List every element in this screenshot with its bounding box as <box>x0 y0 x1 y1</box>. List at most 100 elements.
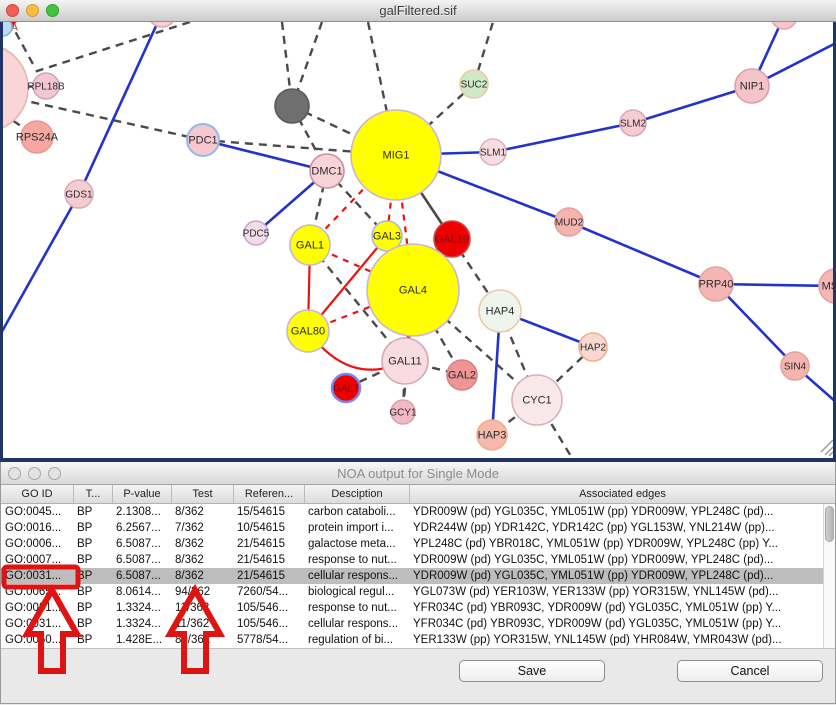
cell-test: 8/362 <box>171 552 233 568</box>
cell-go_id: GO:0031... <box>1 616 73 632</box>
column-header-associated_edges[interactable]: Associated edges <box>409 485 835 503</box>
graph-node-unlabeled[interactable] <box>275 89 309 123</box>
cell-type: BP <box>73 632 112 648</box>
cell-associated_edges: YPL248C (pd) YBR018C, YML051W (pp) YDR00… <box>409 536 835 552</box>
column-header-reference[interactable]: Referen... <box>233 485 304 503</box>
graph-node-NIP1[interactable]: NIP1 <box>735 69 769 103</box>
graph-node-CYC1[interactable]: CYC1 <box>512 375 562 425</box>
table-row[interactable]: GO:0045...BP2.1308...8/36215/54615carbon… <box>1 504 835 520</box>
scrollbar-thumb[interactable] <box>825 506 834 542</box>
table-row[interactable]: GO:0031...BP1.3324...11/362105/546...cel… <box>1 616 835 632</box>
table-row[interactable]: GO:0006...BP6.5087...8/36221/54615galact… <box>1 536 835 552</box>
cell-p_value: 6.5087... <box>112 536 171 552</box>
table-body: GO:0045...BP2.1308...8/36215/54615carbon… <box>1 504 835 648</box>
table-row[interactable]: GO:0016...BP6.2567...7/36210/54615protei… <box>1 520 835 536</box>
column-header-p_value[interactable]: P-value <box>112 485 171 503</box>
cell-go_id: GO:0065... <box>1 584 73 600</box>
graph-node-HAP3[interactable]: HAP3 <box>477 420 507 450</box>
graph-node-PDC1[interactable]: PDC1 <box>187 124 219 156</box>
cell-test: 80/362 <box>171 632 233 648</box>
button-bar: Save Cancel <box>1 648 835 705</box>
cell-go_id: GO:0031... <box>1 600 73 616</box>
cell-type: BP <box>73 552 112 568</box>
cell-p_value: 6.5087... <box>112 552 171 568</box>
cell-reference: 21/54615 <box>233 568 304 584</box>
column-header-description[interactable]: Desciption <box>304 485 409 503</box>
graph-node-GAL2[interactable]: GAL2 <box>447 360 477 390</box>
graph-node-GDS1[interactable]: GDS1 <box>65 180 93 208</box>
cell-reference: 105/546... <box>233 616 304 632</box>
graph-node-unlabeled[interactable] <box>3 22 12 36</box>
cell-associated_edges: YDR009W (pd) YGL035C, YML051W (pp) YDR00… <box>409 568 835 584</box>
cell-associated_edges: YFR034C (pd) YBR093C, YDR009W (pd) YGL03… <box>409 600 835 616</box>
graph-node-SIN4[interactable]: SIN4 <box>781 352 809 380</box>
graph-node-GCY1[interactable]: GCY1 <box>389 400 417 424</box>
graph-edge-blue <box>3 194 79 335</box>
cell-associated_edges: YFR034C (pd) YBR093C, YDR009W (pd) YGL03… <box>409 616 835 632</box>
cell-associated_edges: YGL073W (pd) YER103W, YER133W (pp) YOR31… <box>409 584 835 600</box>
graph-node-GAL1[interactable]: GAL1 <box>290 225 330 265</box>
graph-node-RPS24A[interactable]: RPS24A <box>16 121 59 153</box>
cell-go_id: GO:0006... <box>1 536 73 552</box>
cell-description: regulation of bi... <box>304 632 409 648</box>
cell-type: BP <box>73 616 112 632</box>
cell-go_id: GO:0045... <box>1 504 73 520</box>
cell-description: biological regul... <box>304 584 409 600</box>
cell-go_id: GO:0016... <box>1 520 73 536</box>
column-header-type[interactable]: T... <box>73 485 112 503</box>
cell-p_value: 6.5087... <box>112 568 171 584</box>
graph-node-PRP40[interactable]: PRP40 <box>699 267 734 301</box>
graph-node-GAL11[interactable]: GAL11 <box>382 338 428 384</box>
cell-description: carbon cataboli... <box>304 504 409 520</box>
table-row[interactable]: GO:0031...BP1.3324...11/362105/546...res… <box>1 600 835 616</box>
graph-node-label: RPS24A <box>16 132 59 144</box>
graph-node-unlabeled[interactable] <box>771 22 797 29</box>
vertical-scrollbar[interactable] <box>823 504 835 648</box>
graph-node-HAP2[interactable]: HAP2 <box>579 333 607 361</box>
cell-test: 8/362 <box>171 504 233 520</box>
cell-type: BP <box>73 504 112 520</box>
graph-node-label: PRP40 <box>699 279 734 291</box>
graph-node-GAL80[interactable]: GAL80 <box>287 310 329 352</box>
graph-node-DMC1[interactable]: DMC1 <box>310 154 344 188</box>
graph-node-label: SLM1 <box>480 148 507 159</box>
graph-node-label: HAP4 <box>486 306 515 318</box>
table-row[interactable]: GO:0031...BP6.5087...8/36221/54615cellul… <box>1 568 835 584</box>
graph-node-label: GCY1 <box>389 408 417 419</box>
noa-output-window: NOA output for Single Mode GO IDT...P-va… <box>0 462 836 704</box>
cell-p_value: 2.1308... <box>112 504 171 520</box>
cell-test: 8/362 <box>171 536 233 552</box>
graph-node-GAL7[interactable]: GAL7 <box>332 374 360 402</box>
table-row[interactable]: GO:0007...BP6.5087...8/36221/54615respon… <box>1 552 835 568</box>
table-row[interactable]: GO:0050...BP1.428E...80/3625778/54...reg… <box>1 632 835 648</box>
graph-node-SUC2[interactable]: SUC2 <box>460 70 488 98</box>
cell-test: 8/362 <box>171 568 233 584</box>
cell-associated_edges: YER133W (pp) YOR315W, YNL145W (pd) YHR08… <box>409 632 835 648</box>
graph-node-MUD2[interactable]: MUD2 <box>555 208 584 236</box>
cell-test: 11/362 <box>171 616 233 632</box>
column-header-test[interactable]: Test <box>171 485 233 503</box>
cell-test: 7/362 <box>171 520 233 536</box>
graph-node-MIG1[interactable]: MIG1 <box>351 110 441 200</box>
graph-node-HAP4[interactable]: HAP4 <box>479 290 521 332</box>
table-row[interactable]: GO:0065...BP8.0614...94/3627260/54...bio… <box>1 584 835 600</box>
cell-p_value: 8.0614... <box>112 584 171 600</box>
graph-node-GAL4[interactable]: GAL4 <box>367 244 459 336</box>
cell-associated_edges: YDR009W (pd) YGL035C, YML051W (pp) YDR00… <box>409 552 835 568</box>
graph-node-unlabeled[interactable] <box>148 22 176 27</box>
graph-node-SLM1[interactable]: SLM1 <box>480 139 507 165</box>
noa-results-table: GO IDT...P-valueTestReferen...Desciption… <box>1 485 835 648</box>
save-button[interactable]: Save <box>459 660 605 682</box>
cancel-button[interactable]: Cancel <box>677 660 823 682</box>
graph-node-SLM2[interactable]: SLM2 <box>620 110 647 136</box>
network-canvas[interactable]: 17ARPL18BRPS24AGDS1PDC1DMC1MIG1SUC2SLM1S… <box>0 22 836 462</box>
cell-reference: 15/54615 <box>233 504 304 520</box>
graph-node-MSL1[interactable]: MSL1 <box>819 269 833 303</box>
graph-node-label: PDC5 <box>243 229 270 240</box>
graph-node-unlabeled[interactable] <box>3 44 28 132</box>
column-header-go_id[interactable]: GO ID <box>1 485 73 503</box>
cell-description: protein import i... <box>304 520 409 536</box>
graph-node-RPL18B[interactable]: RPL18B <box>27 73 65 99</box>
graph-node-label: GAL7 <box>333 384 359 395</box>
graph-node-label: MIG1 <box>383 150 410 162</box>
